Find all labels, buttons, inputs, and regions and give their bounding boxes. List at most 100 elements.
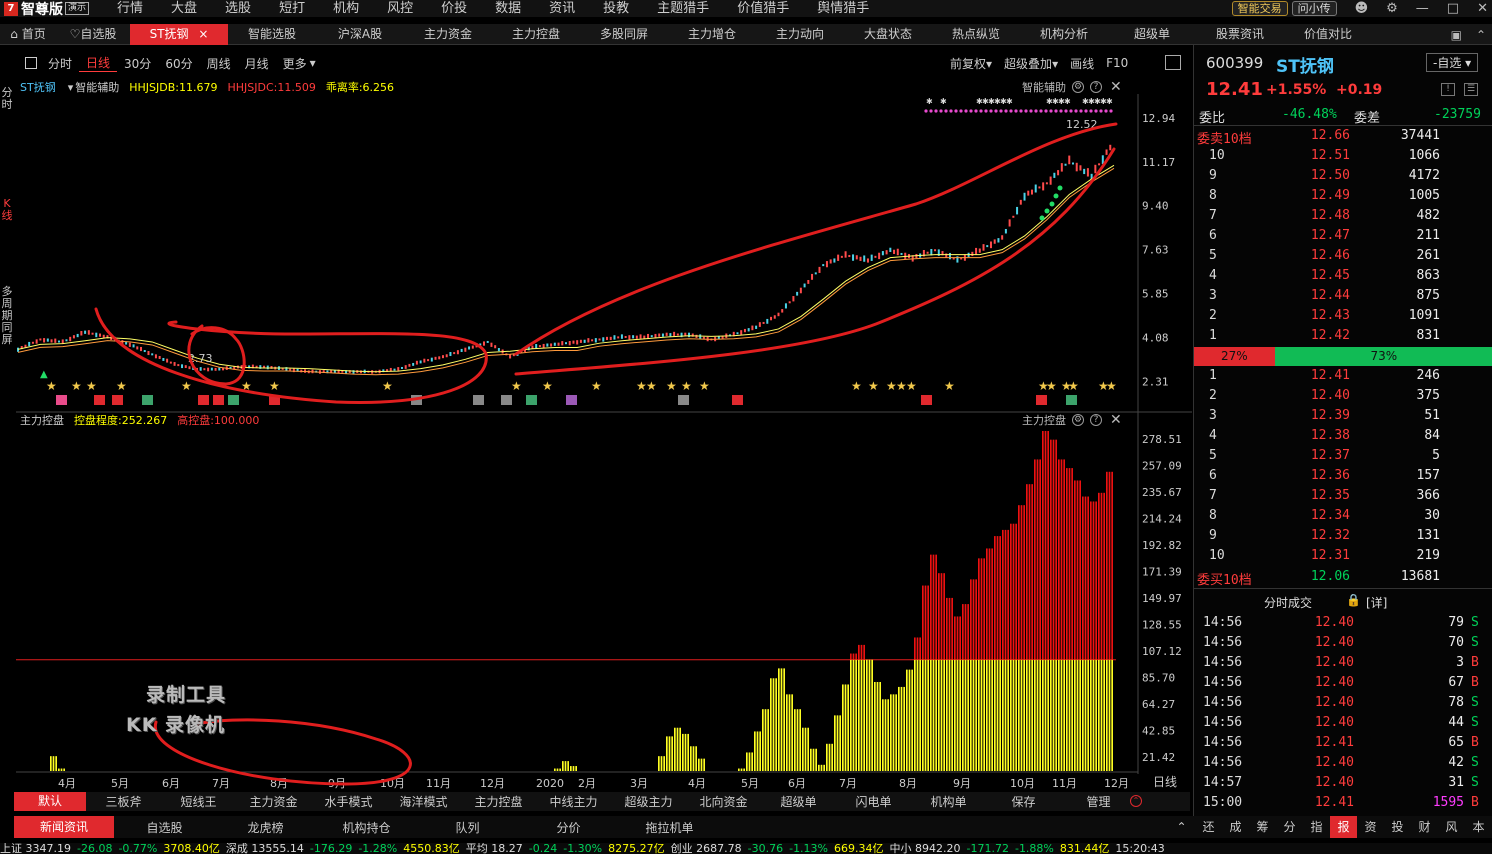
tab-3[interactable]: 智能选股 bbox=[228, 24, 316, 45]
indicator-tab-3[interactable]: 主力资金 bbox=[236, 793, 311, 810]
strip-multi-period[interactable]: 多周期同屏 bbox=[1, 286, 13, 346]
mini-nav-0[interactable]: 还 bbox=[1195, 816, 1222, 838]
tab-15[interactable]: 价值对比 bbox=[1284, 24, 1372, 45]
tab-5[interactable]: 主力资金 bbox=[404, 24, 492, 45]
user-icon[interactable]: ☻ bbox=[1355, 1, 1369, 16]
chart-tool-0[interactable]: 前复权▾ bbox=[950, 55, 992, 72]
maximize-icon[interactable]: □ bbox=[1447, 1, 1459, 16]
settings-icon[interactable]: ⚙ bbox=[1386, 1, 1398, 16]
tab-12[interactable]: 机构分析 bbox=[1020, 24, 1108, 45]
help-icon[interactable]: ? bbox=[1090, 81, 1102, 93]
tab-8[interactable]: 主力增仓 bbox=[668, 24, 756, 45]
self-select-button[interactable]: -自选 ▾ bbox=[1426, 53, 1479, 72]
indicator-tab-14[interactable]: 管理 bbox=[1061, 793, 1136, 810]
indicator-tab-7[interactable]: 中线主力 bbox=[536, 793, 611, 810]
indicator-tab-1[interactable]: 三板斧 bbox=[86, 793, 161, 810]
ask-row[interactable]: 5 12.46 261 bbox=[1194, 246, 1492, 266]
mini-nav-up-icon[interactable]: ⌃ bbox=[1168, 816, 1195, 838]
tab-7[interactable]: 多股同屏 bbox=[580, 24, 668, 45]
indicator-tab-6[interactable]: 主力控盘 bbox=[461, 793, 536, 810]
ask-row[interactable]: 4 12.45 863 bbox=[1194, 266, 1492, 286]
indicator-tab-2[interactable]: 短线王 bbox=[161, 793, 236, 810]
menu-item-0[interactable]: 行情 bbox=[103, 0, 157, 17]
mini-nav-2[interactable]: 筹 bbox=[1249, 816, 1276, 838]
bid-row[interactable]: 4 12.38 84 bbox=[1194, 426, 1492, 446]
menu-item-4[interactable]: 机构 bbox=[319, 0, 373, 17]
mini-nav-6[interactable]: 资 bbox=[1357, 816, 1384, 838]
menu-item-6[interactable]: 价投 bbox=[427, 0, 481, 17]
indicator-tab-12[interactable]: 机构单 bbox=[911, 793, 986, 810]
period-0[interactable]: 分时 bbox=[41, 55, 79, 72]
menu-item-1[interactable]: 大盘 bbox=[157, 0, 211, 17]
indicator-tab-9[interactable]: 北向资金 bbox=[686, 793, 761, 810]
menu-item-3[interactable]: 短打 bbox=[265, 0, 319, 17]
close-icon[interactable]: ✕ bbox=[1110, 79, 1122, 95]
window-icon[interactable]: ▣ bbox=[1451, 28, 1462, 42]
period-3[interactable]: 60分 bbox=[158, 55, 199, 72]
indicator-tab-11[interactable]: 闪电单 bbox=[836, 793, 911, 810]
lock-icon[interactable]: 🔒 bbox=[1346, 593, 1361, 607]
info-tab-6[interactable]: 拖拉机单 bbox=[619, 819, 720, 836]
menu-item-12[interactable]: 舆情猎手 bbox=[803, 0, 883, 17]
strip-kline[interactable]: K线 bbox=[1, 198, 13, 222]
bid-row[interactable]: 5 12.37 5 bbox=[1194, 446, 1492, 466]
collapse-up-icon[interactable]: ⌃ bbox=[1130, 795, 1142, 807]
ask-row[interactable]: 3 12.44 875 bbox=[1194, 286, 1492, 306]
panel-toggle-icon[interactable] bbox=[25, 57, 37, 69]
info-tab-5[interactable]: 分价 bbox=[518, 819, 619, 836]
mini-nav-8[interactable]: 财 bbox=[1411, 816, 1438, 838]
bid-row[interactable]: 7 12.35 366 bbox=[1194, 486, 1492, 506]
mini-nav-5[interactable]: 报 bbox=[1330, 816, 1357, 838]
tab-14[interactable]: 股票资讯 bbox=[1196, 24, 1284, 45]
indicator-tab-8[interactable]: 超级主力 bbox=[611, 793, 686, 810]
trades-detail-link[interactable]: [详] bbox=[1366, 594, 1387, 611]
bid-row[interactable]: 1 12.41 246 bbox=[1194, 366, 1492, 386]
bid-row[interactable]: 10 12.31 219 bbox=[1194, 546, 1492, 566]
mini-nav-4[interactable]: 指 bbox=[1303, 816, 1330, 838]
ask-search-button[interactable]: 问小传 bbox=[1291, 1, 1337, 16]
indicator-tab-4[interactable]: 水手模式 bbox=[311, 793, 386, 810]
mini-nav-1[interactable]: 成 bbox=[1222, 816, 1249, 838]
tab-close-icon[interactable]: × bbox=[195, 27, 208, 41]
note-icon[interactable]: ☰ bbox=[1464, 83, 1478, 96]
gear-icon[interactable]: ⚙ bbox=[1072, 81, 1084, 93]
mini-nav-7[interactable]: 投 bbox=[1384, 816, 1411, 838]
info-tab-3[interactable]: 机构持仓 bbox=[316, 819, 417, 836]
smart-trade-button[interactable]: 智能交易 bbox=[1231, 1, 1288, 16]
menu-item-7[interactable]: 数据 bbox=[481, 0, 535, 17]
ask-row[interactable]: 1 12.42 831 bbox=[1194, 326, 1492, 346]
sidebar-toggle-icon[interactable] bbox=[1165, 55, 1181, 70]
bid-row[interactable]: 9 12.32 131 bbox=[1194, 526, 1492, 546]
period-6[interactable]: 更多 bbox=[276, 55, 314, 72]
period-1[interactable]: 日线 bbox=[79, 54, 118, 72]
tab-0[interactable]: ⌂ 首页 bbox=[0, 24, 56, 45]
minimize-icon[interactable]: — bbox=[1416, 1, 1429, 16]
menu-item-11[interactable]: 价值猎手 bbox=[723, 0, 803, 17]
ask-row[interactable]: 7 12.48 482 bbox=[1194, 206, 1492, 226]
indicator-tab-13[interactable]: 保存 bbox=[986, 793, 1061, 810]
bid-row[interactable]: 3 12.39 51 bbox=[1194, 406, 1492, 426]
mini-nav-10[interactable]: 本 bbox=[1465, 816, 1492, 838]
menu-item-9[interactable]: 投教 bbox=[589, 0, 643, 17]
tab-4[interactable]: 沪深A股 bbox=[316, 24, 404, 45]
app-logo[interactable]: 7 智尊版 演示 bbox=[0, 0, 93, 17]
ask-row[interactable]: 9 12.50 4172 bbox=[1194, 166, 1492, 186]
indicator-tab-5[interactable]: 海洋模式 bbox=[386, 793, 461, 810]
info-tab-2[interactable]: 龙虎榜 bbox=[215, 819, 316, 836]
menu-item-5[interactable]: 风控 bbox=[373, 0, 427, 17]
info-tab-1[interactable]: 自选股 bbox=[114, 819, 215, 836]
tab-10[interactable]: 大盘状态 bbox=[844, 24, 932, 45]
tab-6[interactable]: 主力控盘 bbox=[492, 24, 580, 45]
tab-1[interactable]: ♡自选股 bbox=[56, 24, 130, 45]
bid-row[interactable]: 2 12.40 375 bbox=[1194, 386, 1492, 406]
mini-nav-3[interactable]: 分 bbox=[1276, 816, 1303, 838]
tab-9[interactable]: 主力动向 bbox=[756, 24, 844, 45]
period-4[interactable]: 周线 bbox=[200, 55, 238, 72]
aux-label[interactable]: 智能辅助 bbox=[75, 79, 119, 95]
tab-2[interactable]: ST抚钢 × bbox=[130, 23, 228, 45]
collapse-icon[interactable]: ⌃ bbox=[1476, 28, 1486, 42]
dropdown-icon[interactable]: ▾ bbox=[68, 81, 74, 94]
close-icon[interactable]: ✕ bbox=[1477, 1, 1488, 16]
chart-tool-2[interactable]: 画线 bbox=[1070, 55, 1094, 72]
alert-icon[interactable]: ! bbox=[1441, 83, 1455, 96]
